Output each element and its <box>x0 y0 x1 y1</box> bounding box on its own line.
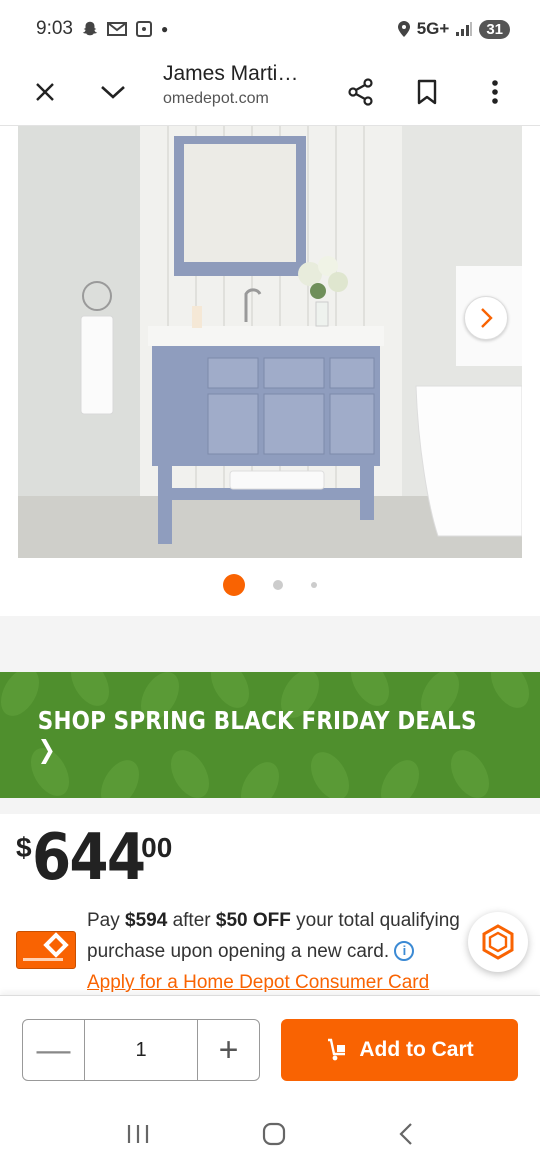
share-button[interactable] <box>336 67 386 117</box>
offer-after: after <box>167 910 216 931</box>
price-dollars: 644 <box>31 821 146 895</box>
pagination-dot-active[interactable] <box>223 574 245 596</box>
back-icon <box>399 1123 412 1145</box>
price-cents: 00 <box>141 832 173 863</box>
screenshot-icon <box>135 21 152 37</box>
bookmark-button[interactable] <box>402 67 452 117</box>
hexagon-assistant-icon <box>482 924 514 960</box>
chevron-down-icon <box>101 86 125 99</box>
chevron-right-icon <box>481 308 493 328</box>
offer-discount: $50 OFF <box>215 910 291 931</box>
hand-truck-icon <box>328 1038 346 1061</box>
product-gallery <box>0 126 540 616</box>
collapse-button[interactable] <box>88 67 138 117</box>
close-button[interactable] <box>20 67 70 117</box>
offer-pay-amount: $594 <box>125 910 168 931</box>
status-right: 5G+ 31 <box>397 19 510 39</box>
home-depot-card-image <box>16 931 76 969</box>
section-gap <box>0 798 540 814</box>
price: $ 644 00 <box>16 826 172 890</box>
vanity-illustration <box>18 126 522 558</box>
gmail-icon <box>106 22 127 36</box>
more-vertical-icon <box>492 80 498 104</box>
promo-banner[interactable]: SHOP SPRING BLACK FRIDAY DEALS ❯ <box>0 672 540 798</box>
recent-apps-button[interactable] <box>126 1123 150 1150</box>
gallery-pagination <box>0 574 540 596</box>
apply-card-link[interactable]: Apply for a Home Depot Consumer Card <box>87 972 429 993</box>
offer-pay-prefix: Pay <box>87 910 126 931</box>
decrease-quantity-button[interactable]: — <box>23 1020 84 1080</box>
status-time: 9:03 <box>36 18 73 39</box>
price-currency: $ <box>16 832 32 863</box>
add-to-cart-label: Add to Cart <box>359 1038 474 1061</box>
home-icon <box>262 1122 286 1146</box>
increase-quantity-button[interactable]: + <box>198 1020 259 1080</box>
more-options-button[interactable] <box>470 67 520 117</box>
notification-dot-icon: ● <box>160 22 169 36</box>
quantity-field[interactable]: 1 <box>84 1020 198 1080</box>
location-icon <box>397 21 410 37</box>
offer-text: Pay $594 after $50 OFF your total qualif… <box>87 905 487 998</box>
browser-toolbar: James Marti… omedepot.com <box>0 58 540 126</box>
quantity-stepper: — 1 + <box>22 1019 260 1081</box>
status-left: 9:03 ● <box>36 18 168 40</box>
page-domain: omedepot.com <box>163 90 269 107</box>
snapchat-icon <box>82 21 98 36</box>
close-icon <box>36 83 54 101</box>
info-icon[interactable]: i <box>394 941 415 961</box>
pagination-dot[interactable] <box>311 582 317 588</box>
next-image-button[interactable] <box>464 296 508 340</box>
section-divider <box>0 616 540 672</box>
add-to-cart-bar: — 1 + Add to Cart <box>0 995 540 1103</box>
network-label: 5G+ <box>416 19 450 38</box>
page-title-block[interactable]: James Marti… omedepot.com <box>163 62 298 108</box>
bookmark-icon <box>417 79 437 105</box>
recent-apps-icon <box>127 1125 149 1143</box>
promo-text: SHOP SPRING BLACK FRIDAY DEALS ❯ <box>37 706 477 764</box>
system-navigation-bar <box>0 1103 540 1170</box>
pagination-dot[interactable] <box>273 580 283 590</box>
add-to-cart-button[interactable]: Add to Cart <box>281 1019 518 1081</box>
home-button[interactable] <box>262 1122 286 1151</box>
page-title: James Marti… <box>163 62 299 85</box>
share-icon <box>348 78 373 106</box>
signal-icon <box>456 22 473 36</box>
chat-assistant-button[interactable] <box>468 912 528 972</box>
card-logo-icon <box>23 932 69 961</box>
product-image[interactable] <box>18 126 522 558</box>
back-button[interactable] <box>398 1122 414 1151</box>
status-bar: 9:03 ● 5G+ 31 <box>0 0 540 58</box>
battery-indicator: 31 <box>479 19 510 39</box>
